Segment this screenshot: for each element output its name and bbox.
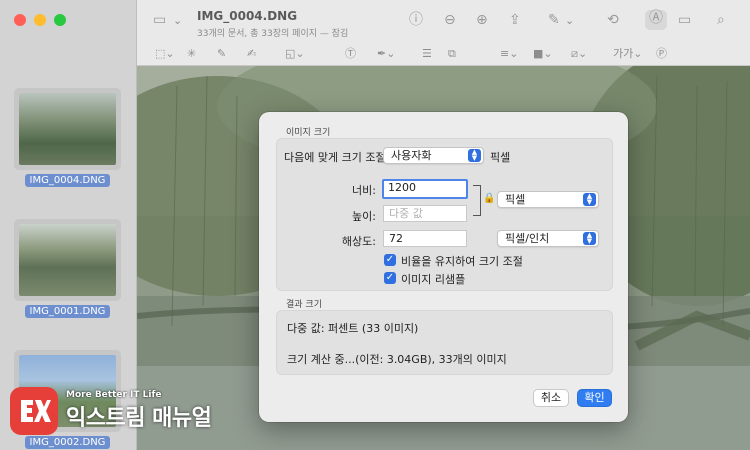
toolbar: ▭ ⌄ IMG_0004.DNG 33개의 문서, 총 33장의 페이지 — 잠… — [137, 0, 750, 66]
thumbnail-item[interactable]: IMG_0004.DNG — [14, 88, 121, 187]
thumbnail-frame — [14, 219, 121, 301]
window-title: IMG_0004.DNG — [197, 9, 298, 23]
adjust-size-icon[interactable]: ⧉ — [448, 48, 456, 60]
watermark-brand: 익스트림 매뉴얼 — [66, 406, 212, 431]
shape-style-icon[interactable]: ≡⌄ — [500, 48, 518, 60]
instant-alpha-icon[interactable]: ✳ — [187, 48, 196, 60]
thumbnail-label: IMG_0002.DNG — [24, 436, 111, 449]
dimension-unit-value: 픽셀 — [505, 193, 526, 206]
watermark-logo: More Better IT Life 익스트림 매뉴얼 — [10, 387, 212, 435]
width-value: 1200 — [388, 181, 416, 194]
thumbnail-image — [19, 93, 116, 165]
draw-icon[interactable]: ✍ — [247, 48, 256, 60]
text-style-label: 가가 — [613, 47, 634, 60]
fit-unit-label: 픽셀 — [490, 151, 511, 164]
sketch-icon[interactable]: ✎ — [217, 48, 226, 60]
cancel-button[interactable]: 취소 — [533, 389, 569, 407]
proportion-bracket — [473, 185, 481, 216]
thumbnail-label: IMG_0001.DNG — [24, 305, 111, 318]
fit-into-select[interactable]: 사용자화 ▲ ▼ — [383, 147, 484, 164]
resample-label: 이미지 리샘플 — [401, 273, 466, 286]
thumbnail-item[interactable]: IMG_0001.DNG — [14, 219, 121, 318]
lock-icon[interactable]: 🔒 — [483, 193, 495, 204]
fit-label: 다음에 맞게 크기 조절: — [284, 151, 390, 164]
fill-color-icon[interactable]: ⧄⌄ — [571, 48, 587, 60]
window-controls — [14, 14, 66, 26]
sidebar-toggle-icon[interactable]: ▭ — [153, 12, 166, 28]
thumbnail-frame — [14, 88, 121, 170]
window-subtitle: 33개의 문서, 총 33장의 페이지 — 잠김 — [197, 29, 349, 39]
watermark-text: More Better IT Life 익스트림 매뉴얼 — [66, 390, 212, 432]
markup-pen-icon[interactable]: ✎ — [548, 12, 560, 28]
markup-toolbar-icon[interactable]: Ⓐ — [645, 10, 667, 30]
resolution-value: 72 — [389, 232, 403, 245]
watermark-tagline: More Better IT Life — [66, 390, 162, 400]
chevron-down-icon[interactable]: ⌄ — [565, 15, 574, 27]
width-input[interactable]: 1200 — [382, 179, 468, 199]
adjust-color-icon[interactable]: ☰ — [422, 48, 432, 60]
brand-mark — [21, 400, 51, 422]
fit-into-value: 사용자화 — [391, 149, 432, 162]
sidebar: IMG_0004.DNG IMG_0001.DNG IMG_0002.DNG — [0, 0, 137, 450]
result-line-1: 다중 값: 퍼센트 (33 이미지) — [287, 322, 419, 335]
sign-icon[interactable]: ✒⌄ — [377, 48, 395, 60]
border-color-icon[interactable]: ■⌄ — [533, 48, 553, 60]
info-icon[interactable]: ⓘ — [409, 12, 423, 28]
signature-box-icon[interactable]: ▭ — [678, 12, 691, 28]
zoom-in-icon[interactable]: ⊕ — [476, 12, 488, 28]
brand-logo-icon — [10, 387, 58, 435]
search-icon[interactable]: ⌕ — [717, 12, 725, 28]
minimize-window-button[interactable] — [34, 14, 46, 26]
resample-checkbox[interactable]: ✓ — [384, 272, 396, 284]
rotate-icon[interactable]: ⟲ — [607, 12, 619, 28]
scale-proportionally-checkbox[interactable]: ✓ — [384, 254, 396, 266]
dimension-unit-select[interactable]: 픽셀 ▲ ▼ — [497, 191, 599, 208]
updown-chevron-icon: ▲ ▼ — [583, 193, 596, 206]
text-style-menu[interactable]: 가가⌄ — [613, 48, 642, 60]
annotate-icon[interactable]: Ⓟ — [656, 48, 667, 60]
shapes-icon[interactable]: ◱⌄ — [285, 48, 305, 60]
text-icon[interactable]: Ⓣ — [345, 48, 356, 60]
result-line-2: 크기 계산 중...(이전: 3.04GB), 33개의 이미지 — [287, 353, 507, 366]
thumbnail-label: IMG_0004.DNG — [24, 174, 111, 187]
updown-chevron-icon: ▲ ▼ — [583, 232, 596, 245]
share-icon[interactable]: ⇪ — [509, 12, 521, 28]
zoom-window-button[interactable] — [54, 14, 66, 26]
close-window-button[interactable] — [14, 14, 26, 26]
resolution-unit-select[interactable]: 픽셀/인치 ▲ ▼ — [497, 230, 599, 247]
result-size-heading: 결과 크기 — [286, 300, 322, 310]
ok-button[interactable]: 확인 — [577, 389, 612, 407]
height-input[interactable]: 다중 값 — [383, 205, 467, 222]
selection-icon[interactable]: ⬚⌄ — [155, 48, 175, 60]
chevron-down-icon[interactable]: ⌄ — [173, 15, 182, 27]
height-placeholder: 다중 값 — [389, 207, 423, 220]
width-label: 너비: — [352, 184, 376, 197]
resolution-input[interactable]: 72 — [383, 230, 467, 247]
height-label: 높이: — [352, 210, 376, 223]
image-size-heading: 이미지 크기 — [286, 128, 331, 138]
thumbnail-image — [19, 224, 116, 296]
scale-proportionally-label: 비율을 유지하여 크기 조절 — [401, 255, 523, 268]
resolution-label: 해상도: — [341, 235, 376, 248]
resolution-unit-value: 픽셀/인치 — [505, 232, 550, 245]
zoom-out-icon[interactable]: ⊖ — [444, 12, 456, 28]
updown-chevron-icon: ▲ ▼ — [468, 149, 481, 162]
